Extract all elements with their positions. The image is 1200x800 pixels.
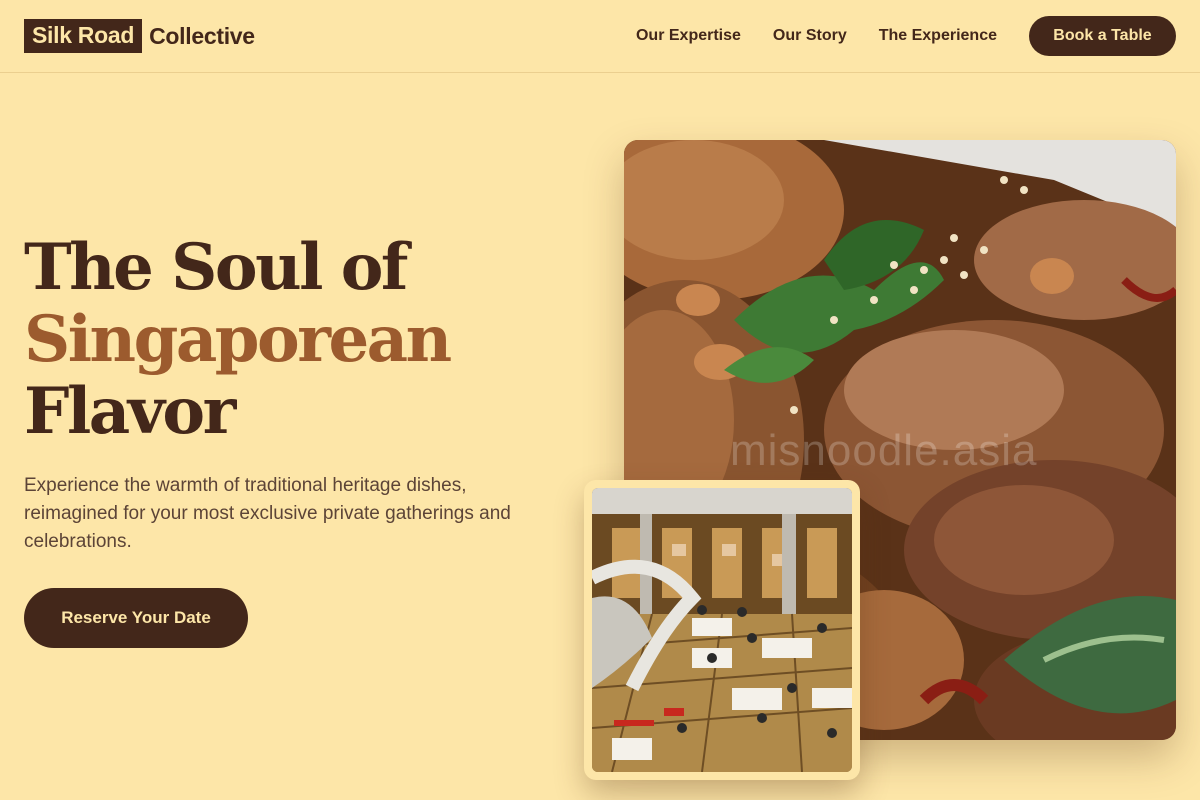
restaurant-interior-image [584, 480, 860, 780]
hero-headline: The Soul of Singaporean Flavor [24, 230, 452, 449]
hero-subtitle: Experience the warmth of traditional her… [24, 475, 511, 552]
book-table-button[interactable]: Book a Table [1029, 16, 1176, 56]
image-watermark: misnoodle.asia [730, 426, 1038, 475]
hero-headline-line-1: The Soul of [24, 230, 408, 305]
nav-link-our-expertise[interactable]: Our Expertise [636, 27, 741, 45]
main-nav: Our Expertise Our Story The Experience B… [604, 16, 1176, 56]
hero-headline-line-2: Singaporean [24, 302, 452, 377]
logo[interactable]: Silk Road Collective [24, 19, 255, 53]
site-header: Silk Road Collective Our Expertise Our S… [0, 0, 1200, 73]
logo-mark: Silk Road [24, 19, 143, 53]
restaurant-photo-illustration [592, 488, 852, 772]
restaurant-interior-photo-frame [592, 488, 852, 772]
reserve-date-button[interactable]: Reserve Your Date [24, 588, 248, 648]
hero-headline-line-3: Flavor [24, 374, 236, 449]
nav-link-our-story[interactable]: Our Story [773, 27, 847, 45]
nav-link-the-experience[interactable]: The Experience [879, 27, 997, 45]
logo-wordmark: Collective [149, 22, 255, 49]
